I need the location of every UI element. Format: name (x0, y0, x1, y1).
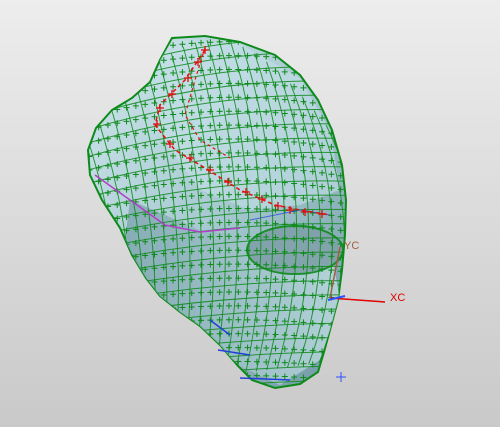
wcs-triad (327, 246, 386, 382)
yc-axis-label: YC (344, 240, 360, 252)
origin-marker-icon (336, 372, 346, 382)
xc-axis-label: XC (390, 292, 406, 304)
cad-3d-scene[interactable] (0, 0, 500, 427)
graphics-viewport[interactable]: XC YC (0, 0, 500, 427)
